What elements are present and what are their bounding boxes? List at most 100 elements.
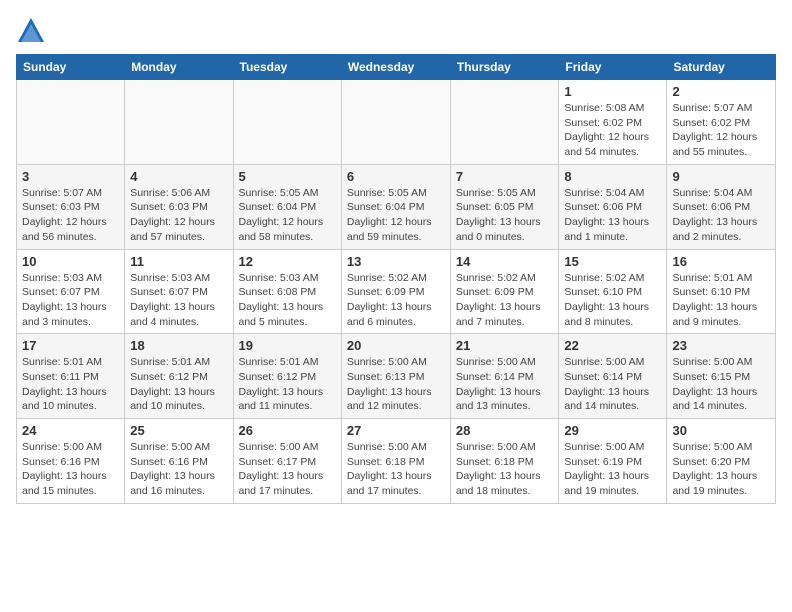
day-number: 3 [22, 169, 119, 184]
calendar-cell: 29 Sunrise: 5:00 AMSunset: 6:19 PMDayligh… [559, 419, 667, 504]
calendar-cell [17, 80, 125, 165]
day-number: 20 [347, 338, 445, 353]
day-number: 7 [456, 169, 554, 184]
day-info: Sunrise: 5:00 AMSunset: 6:14 PMDaylight:… [564, 355, 661, 414]
col-header-friday: Friday [559, 55, 667, 80]
day-info: Sunrise: 5:05 AMSunset: 6:05 PMDaylight:… [456, 186, 554, 245]
day-info: Sunrise: 5:00 AMSunset: 6:16 PMDaylight:… [130, 440, 227, 499]
calendar-cell: 13 Sunrise: 5:02 AMSunset: 6:09 PMDayligh… [341, 249, 450, 334]
calendar-cell: 21 Sunrise: 5:00 AMSunset: 6:14 PMDayligh… [450, 334, 559, 419]
day-number: 2 [672, 84, 770, 99]
day-number: 15 [564, 254, 661, 269]
day-number: 17 [22, 338, 119, 353]
day-info: Sunrise: 5:02 AMSunset: 6:09 PMDaylight:… [456, 271, 554, 330]
day-info: Sunrise: 5:00 AMSunset: 6:18 PMDaylight:… [456, 440, 554, 499]
calendar-cell: 22Sunrise: 5:00 AMSunset: 6:14 PMDayligh… [559, 334, 667, 419]
day-number: 16 [672, 254, 770, 269]
day-info: Sunrise: 5:00 AMSunset: 6:20 PMDaylight:… [672, 440, 770, 499]
calendar-cell [341, 80, 450, 165]
day-number: 5 [239, 169, 336, 184]
day-info: Sunrise: 5:08 AMSunset: 6:02 PMDaylight:… [564, 101, 661, 160]
calendar-cell: 2 Sunrise: 5:07 AMSunset: 6:02 PMDaylight… [667, 80, 776, 165]
calendar-cell [450, 80, 559, 165]
day-info: Sunrise: 5:00 AMSunset: 6:17 PMDaylight:… [239, 440, 336, 499]
day-number: 11 [130, 254, 227, 269]
calendar-cell: 30 Sunrise: 5:00 AMSunset: 6:20 PMDayligh… [667, 419, 776, 504]
day-number: 28 [456, 423, 554, 438]
calendar-cell: 11 Sunrise: 5:03 AMSunset: 6:07 PMDayligh… [125, 249, 233, 334]
page-header [16, 16, 776, 46]
day-number: 4 [130, 169, 227, 184]
day-number: 21 [456, 338, 554, 353]
day-number: 8 [564, 169, 661, 184]
calendar-cell: 5 Sunrise: 5:05 AMSunset: 6:04 PMDaylight… [233, 164, 341, 249]
day-number: 30 [672, 423, 770, 438]
day-number: 12 [239, 254, 336, 269]
logo [16, 16, 50, 46]
calendar-week-4: 17 Sunrise: 5:01 AMSunset: 6:11 PMDayligh… [17, 334, 776, 419]
day-info: Sunrise: 5:03 AMSunset: 6:08 PMDaylight:… [239, 271, 336, 330]
day-number: 14 [456, 254, 554, 269]
logo-icon [16, 16, 46, 46]
day-info: Sunrise: 5:03 AMSunset: 6:07 PMDaylight:… [130, 271, 227, 330]
day-info: Sunrise: 5:01 AMSunset: 6:12 PMDaylight:… [130, 355, 227, 414]
day-info: Sunrise: 5:04 AMSunset: 6:06 PMDaylight:… [672, 186, 770, 245]
day-info: Sunrise: 5:04 AMSunset: 6:06 PMDaylight:… [564, 186, 661, 245]
calendar-cell [125, 80, 233, 165]
calendar-cell: 9 Sunrise: 5:04 AMSunset: 6:06 PMDaylight… [667, 164, 776, 249]
day-number: 10 [22, 254, 119, 269]
calendar-cell: 12 Sunrise: 5:03 AMSunset: 6:08 PMDayligh… [233, 249, 341, 334]
calendar-cell: 25Sunrise: 5:00 AMSunset: 6:16 PMDayligh… [125, 419, 233, 504]
day-info: Sunrise: 5:06 AMSunset: 6:03 PMDaylight:… [130, 186, 227, 245]
day-number: 13 [347, 254, 445, 269]
calendar-cell: 20 Sunrise: 5:00 AMSunset: 6:13 PMDayligh… [341, 334, 450, 419]
col-header-saturday: Saturday [667, 55, 776, 80]
day-number: 1 [564, 84, 661, 99]
day-number: 23 [672, 338, 770, 353]
day-info: Sunrise: 5:07 AMSunset: 6:02 PMDaylight:… [672, 101, 770, 160]
day-info: Sunrise: 5:00 AMSunset: 6:16 PMDaylight:… [22, 440, 119, 499]
day-info: Sunrise: 5:02 AMSunset: 6:09 PMDaylight:… [347, 271, 445, 330]
calendar-cell: 1 Sunrise: 5:08 AMSunset: 6:02 PMDaylight… [559, 80, 667, 165]
day-info: Sunrise: 5:02 AMSunset: 6:10 PMDaylight:… [564, 271, 661, 330]
calendar-week-1: 1 Sunrise: 5:08 AMSunset: 6:02 PMDaylight… [17, 80, 776, 165]
calendar-cell: 16 Sunrise: 5:01 AMSunset: 6:10 PMDayligh… [667, 249, 776, 334]
day-number: 29 [564, 423, 661, 438]
day-info: Sunrise: 5:00 AMSunset: 6:13 PMDaylight:… [347, 355, 445, 414]
day-info: Sunrise: 5:01 AMSunset: 6:10 PMDaylight:… [672, 271, 770, 330]
day-info: Sunrise: 5:05 AMSunset: 6:04 PMDaylight:… [239, 186, 336, 245]
calendar-cell: 15 Sunrise: 5:02 AMSunset: 6:10 PMDayligh… [559, 249, 667, 334]
day-info: Sunrise: 5:07 AMSunset: 6:03 PMDaylight:… [22, 186, 119, 245]
day-number: 19 [239, 338, 336, 353]
calendar-cell: 4 Sunrise: 5:06 AMSunset: 6:03 PMDaylight… [125, 164, 233, 249]
calendar-week-5: 24 Sunrise: 5:00 AMSunset: 6:16 PMDayligh… [17, 419, 776, 504]
col-header-thursday: Thursday [450, 55, 559, 80]
calendar-cell: 14 Sunrise: 5:02 AMSunset: 6:09 PMDayligh… [450, 249, 559, 334]
day-info: Sunrise: 5:01 AMSunset: 6:12 PMDaylight:… [239, 355, 336, 414]
day-number: 24 [22, 423, 119, 438]
calendar-table: SundayMondayTuesdayWednesdayThursdayFrid… [16, 54, 776, 504]
col-header-monday: Monday [125, 55, 233, 80]
calendar-cell: 17 Sunrise: 5:01 AMSunset: 6:11 PMDayligh… [17, 334, 125, 419]
day-info: Sunrise: 5:01 AMSunset: 6:11 PMDaylight:… [22, 355, 119, 414]
calendar-cell: 6Sunrise: 5:05 AMSunset: 6:04 PMDaylight… [341, 164, 450, 249]
day-number: 27 [347, 423, 445, 438]
calendar-cell: 19 Sunrise: 5:01 AMSunset: 6:12 PMDayligh… [233, 334, 341, 419]
day-number: 6 [347, 169, 445, 184]
calendar-cell: 28 Sunrise: 5:00 AMSunset: 6:18 PMDayligh… [450, 419, 559, 504]
calendar-cell [233, 80, 341, 165]
col-header-wednesday: Wednesday [341, 55, 450, 80]
day-info: Sunrise: 5:00 AMSunset: 6:18 PMDaylight:… [347, 440, 445, 499]
day-info: Sunrise: 5:00 AMSunset: 6:14 PMDaylight:… [456, 355, 554, 414]
day-info: Sunrise: 5:03 AMSunset: 6:07 PMDaylight:… [22, 271, 119, 330]
calendar-header-row: SundayMondayTuesdayWednesdayThursdayFrid… [17, 55, 776, 80]
calendar-week-2: 3 Sunrise: 5:07 AMSunset: 6:03 PMDaylight… [17, 164, 776, 249]
calendar-cell: 7 Sunrise: 5:05 AMSunset: 6:05 PMDaylight… [450, 164, 559, 249]
day-number: 18 [130, 338, 227, 353]
calendar-cell: 3 Sunrise: 5:07 AMSunset: 6:03 PMDaylight… [17, 164, 125, 249]
day-number: 26 [239, 423, 336, 438]
day-number: 9 [672, 169, 770, 184]
calendar-cell: 24 Sunrise: 5:00 AMSunset: 6:16 PMDayligh… [17, 419, 125, 504]
calendar-cell: 18 Sunrise: 5:01 AMSunset: 6:12 PMDayligh… [125, 334, 233, 419]
day-info: Sunrise: 5:00 AMSunset: 6:19 PMDaylight:… [564, 440, 661, 499]
